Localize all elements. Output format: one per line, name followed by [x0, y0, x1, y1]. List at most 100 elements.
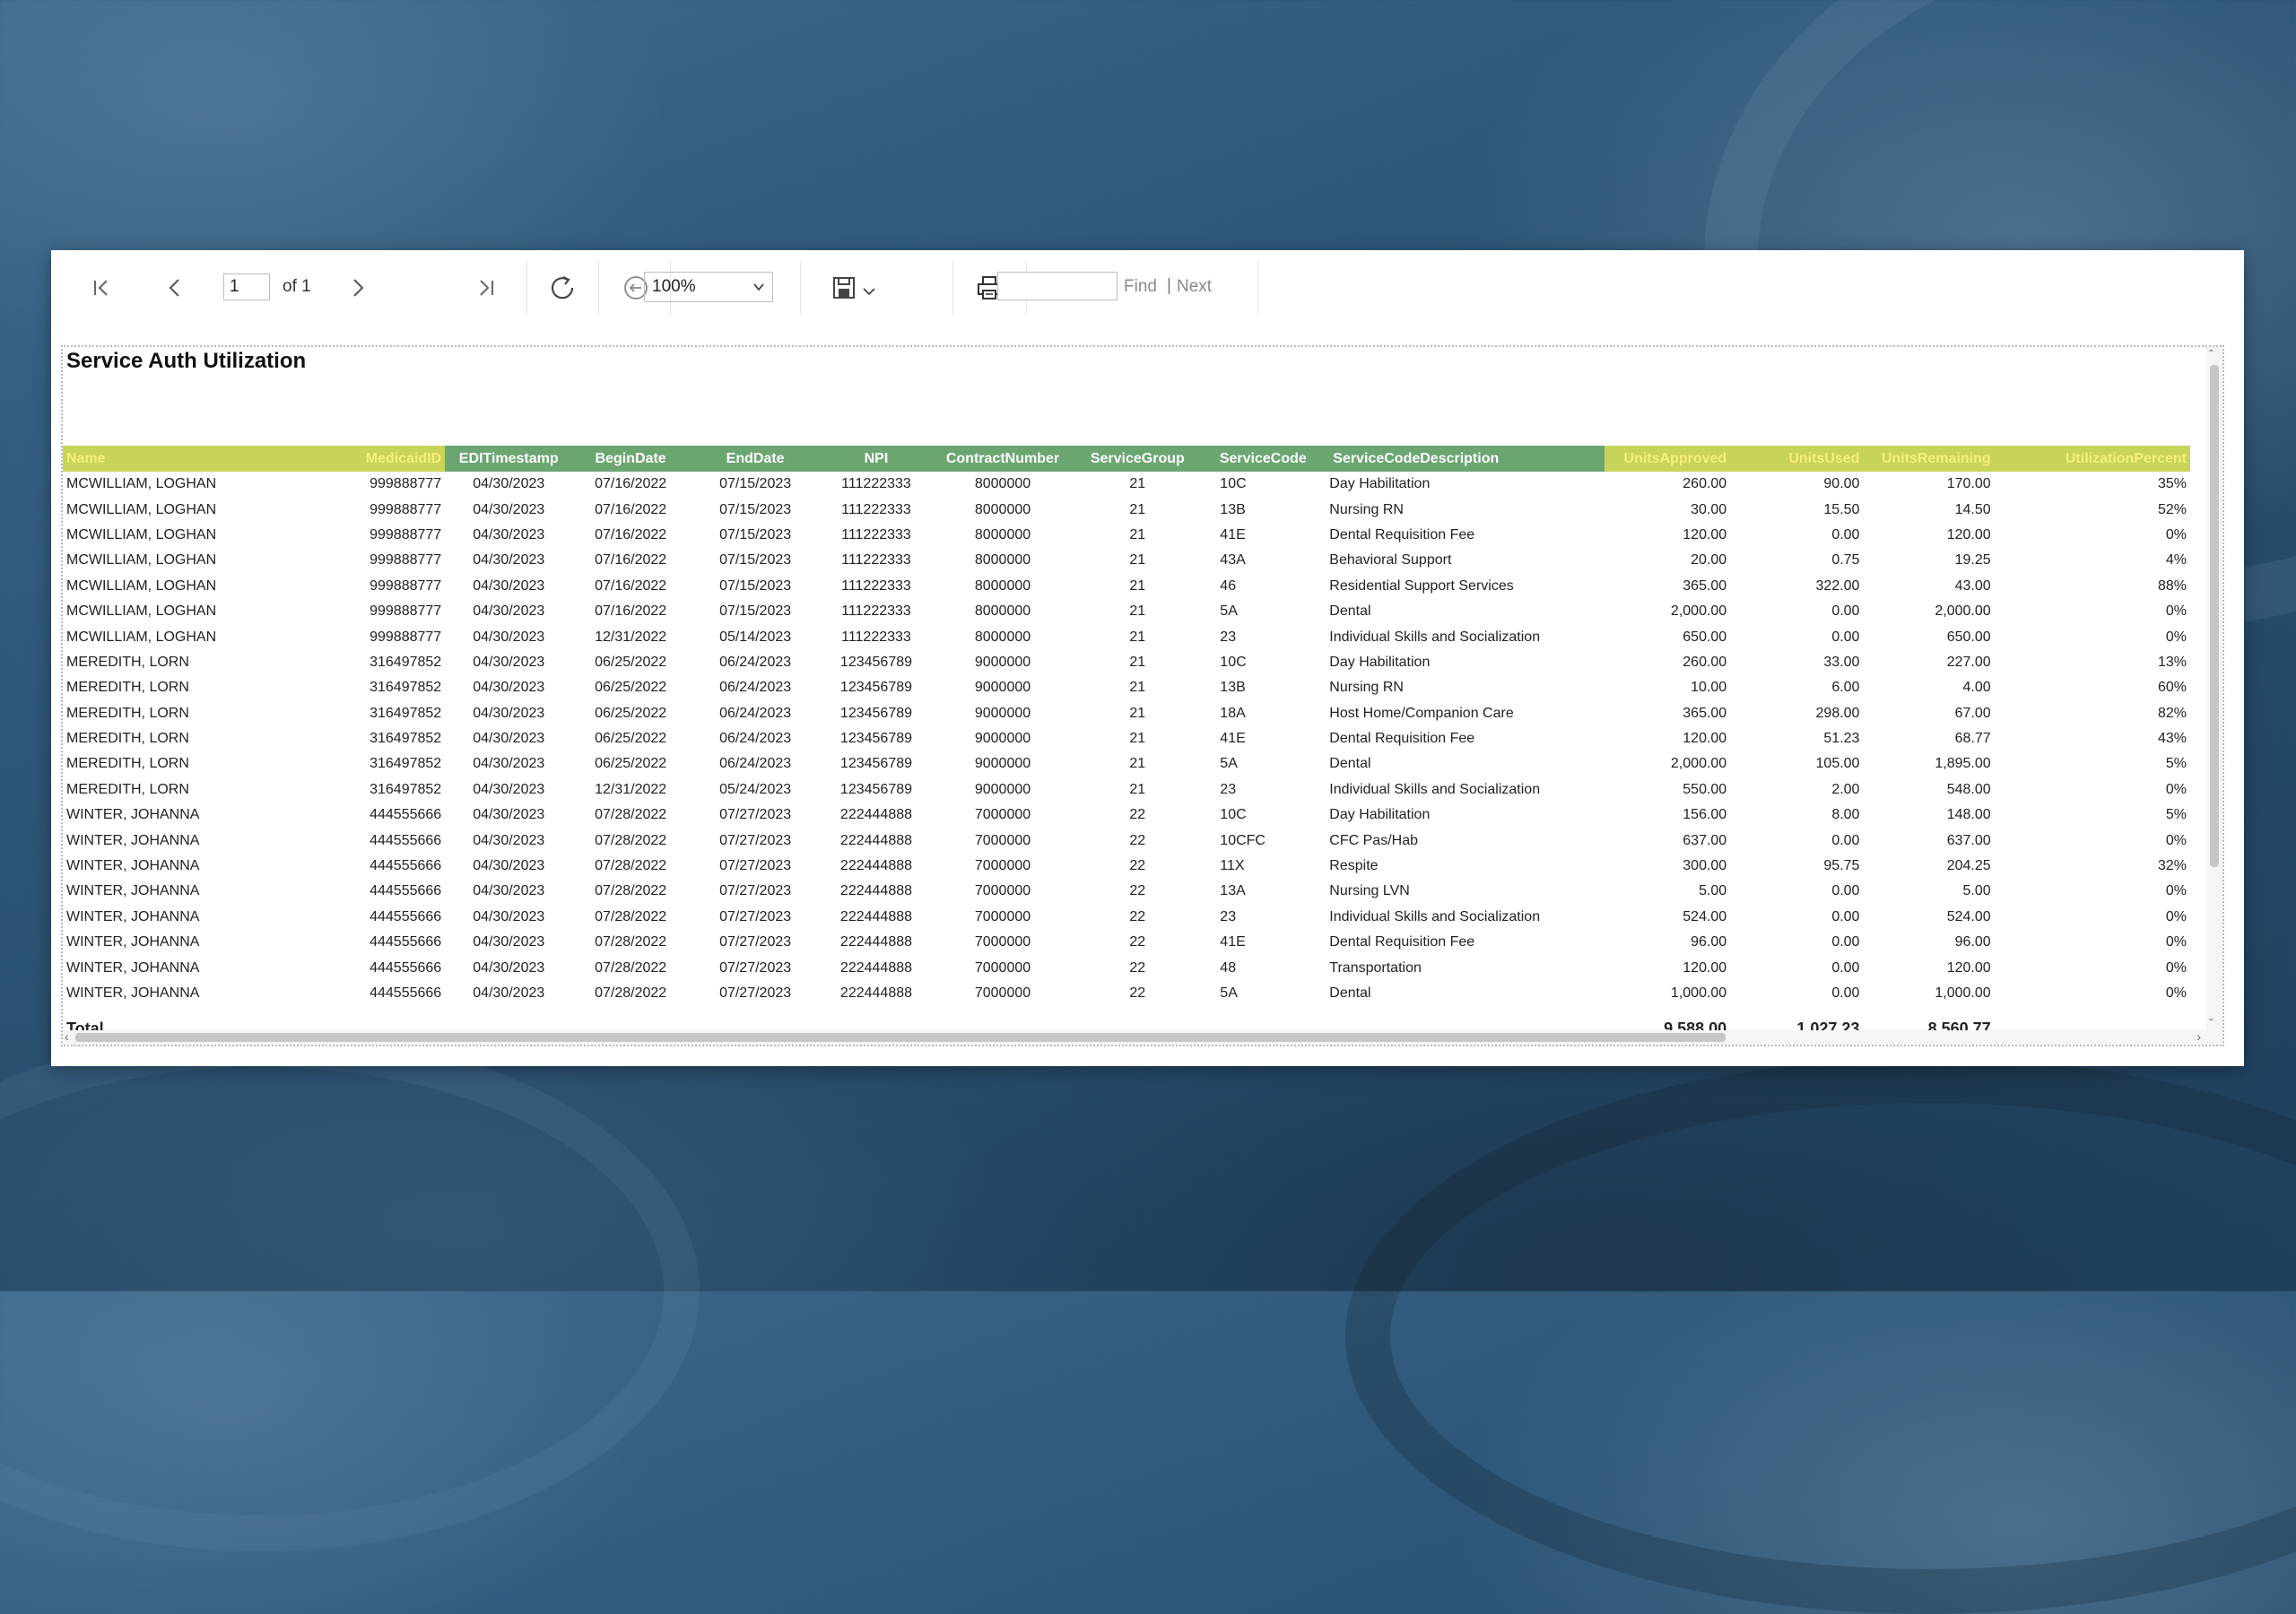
next-page-icon: [353, 279, 364, 297]
units-approved-cell: 1,000.00: [1670, 985, 1727, 1001]
npi-cell: 111222333: [841, 526, 911, 542]
units-approved-cell: 550.00: [1683, 781, 1727, 797]
first-page-button[interactable]: [83, 270, 119, 306]
zoom-select[interactable]: 100%: [644, 272, 773, 302]
scroll-up-icon[interactable]: ˆ: [2209, 347, 2213, 361]
units-remaining-cell: 67.00: [1954, 705, 1991, 721]
service-description-cell: Dental Requisition Fee: [1329, 731, 1475, 747]
horizontal-scroll-thumb[interactable]: [75, 1033, 1726, 1042]
medicaid-id-cell: 999888777: [370, 629, 442, 645]
table-row: MCWILLIAM, LOGHAN 999888777 04/30/2023 07/1…: [63, 574, 2190, 599]
utilization-percent-cell: 0%: [2165, 959, 2187, 976]
end-date-cell: 07/27/2023: [719, 883, 792, 899]
horizontal-scrollbar[interactable]: ‹ ›: [63, 1029, 2222, 1045]
save-icon: [833, 277, 855, 299]
column-header[interactable]: BeginDate: [572, 446, 689, 472]
medicaid-id-cell: 444555666: [370, 832, 442, 848]
npi-cell: 222444888: [839, 883, 913, 899]
service-code-cell: 23: [1220, 629, 1237, 645]
find-button[interactable]: Find: [1124, 277, 1157, 297]
npi-cell: 123456789: [839, 654, 913, 670]
column-header[interactable]: ServiceCode: [1200, 446, 1326, 472]
table-header-row: Name MedicaidID EDITimestamp BeginDate E…: [63, 446, 2190, 472]
column-header[interactable]: UnitsUsed: [1730, 446, 1864, 472]
units-approved-cell: 5.00: [1699, 883, 1727, 899]
npi-cell: 123456789: [839, 781, 913, 797]
units-remaining-cell: 120.00: [1946, 526, 1991, 542]
units-used-cell: 0.00: [1831, 934, 1860, 950]
units-approved-cell: 120.00: [1683, 526, 1727, 542]
units-remaining-cell: 650.00: [1946, 629, 1991, 645]
export-button[interactable]: [824, 270, 883, 306]
next-page-button[interactable]: [340, 270, 376, 306]
begin-date-cell: 07/28/2022: [595, 832, 667, 848]
service-group-cell: 21: [1129, 654, 1146, 670]
service-description-cell: Dental: [1329, 985, 1371, 1001]
find-separator: |: [1167, 276, 1171, 295]
units-used-cell: 322.00: [1815, 577, 1860, 594]
column-header[interactable]: EndDate: [688, 446, 822, 472]
column-header[interactable]: NPI: [822, 446, 931, 472]
medicaid-id-cell: 444555666: [370, 934, 442, 950]
column-header[interactable]: UnitsRemaining: [1863, 446, 1995, 472]
name-cell: MCWILLIAM, LOGHAN: [66, 526, 217, 542]
utilization-percent-cell: 88%: [2157, 577, 2187, 594]
units-approved-cell: 365.00: [1683, 705, 1727, 721]
vertical-scrollbar[interactable]: ˆ ˇ: [2206, 347, 2222, 1045]
scroll-left-icon[interactable]: ‹: [65, 1029, 69, 1044]
table-row: MEREDITH, LORN 316497852 04/30/2023 06/25/2…: [63, 726, 2190, 751]
scroll-right-icon[interactable]: ›: [2196, 1029, 2201, 1044]
table-row: MEREDITH, LORN 316497852 04/30/2023 06/25/2…: [63, 675, 2190, 700]
edi-timestamp-cell: 04/30/2023: [473, 781, 545, 797]
units-used-cell: 0.00: [1831, 526, 1860, 542]
medicaid-id-cell: 999888777: [370, 603, 442, 620]
units-approved-cell: 260.00: [1683, 476, 1727, 492]
scroll-down-icon[interactable]: ˇ: [2209, 1016, 2213, 1030]
column-header[interactable]: UnitsApproved: [1605, 446, 1731, 472]
first-page-icon: [94, 280, 108, 296]
medicaid-id-cell: 444555666: [370, 883, 442, 899]
service-code-cell: 13B: [1220, 501, 1246, 517]
find-input[interactable]: [997, 272, 1118, 300]
end-date-cell: 07/27/2023: [719, 807, 792, 823]
column-header[interactable]: EDITimestamp: [445, 446, 573, 472]
column-header[interactable]: MedicaidID: [321, 446, 446, 472]
table-row: MCWILLIAM, LOGHAN 999888777 04/30/2023 07/1…: [63, 599, 2190, 624]
page-number-input[interactable]: [223, 273, 270, 300]
utilization-percent-cell: 52%: [2157, 501, 2187, 517]
name-cell: WINTER, JOHANNA: [66, 985, 200, 1001]
medicaid-id-cell: 316497852: [370, 680, 442, 696]
edi-timestamp-cell: 04/30/2023: [473, 680, 545, 696]
column-header[interactable]: Name: [63, 446, 322, 472]
refresh-button[interactable]: [544, 270, 580, 306]
service-group-cell: 21: [1129, 476, 1146, 492]
end-date-cell: 07/27/2023: [719, 959, 792, 976]
column-header[interactable]: ServiceCodeDescription: [1326, 446, 1605, 472]
column-header[interactable]: UtilizationPercent: [1994, 446, 2190, 472]
units-remaining-cell: 68.77: [1954, 731, 1991, 747]
column-header[interactable]: ContractNumber: [930, 446, 1075, 472]
service-code-cell: 5A: [1220, 603, 1238, 620]
utilization-percent-cell: 43%: [2157, 731, 2187, 747]
vertical-scroll-thumb[interactable]: [2210, 365, 2219, 867]
previous-page-button[interactable]: [157, 270, 193, 306]
column-header[interactable]: ServiceGroup: [1074, 446, 1201, 472]
units-remaining-cell: 5.00: [1962, 883, 1991, 899]
last-page-button[interactable]: [468, 270, 504, 306]
name-cell: MCWILLIAM, LOGHAN: [66, 603, 217, 620]
units-remaining-cell: 120.00: [1946, 959, 1991, 976]
report-toolbar: of 1 100% Find | Next: [51, 250, 2244, 325]
begin-date-cell: 07/28/2022: [595, 934, 667, 950]
npi-cell: 111222333: [841, 501, 911, 517]
begin-date-cell: 07/28/2022: [595, 858, 667, 874]
toolbar-divider: [800, 261, 801, 315]
npi-cell: 123456789: [839, 680, 913, 696]
service-group-cell: 21: [1129, 781, 1146, 797]
table-row: MEREDITH, LORN 316497852 04/30/2023 06/25/2…: [63, 751, 2190, 777]
units-used-cell: 95.75: [1823, 858, 1860, 874]
service-code-cell: 23: [1220, 908, 1237, 924]
toolbar-divider: [598, 261, 599, 315]
begin-date-cell: 07/16/2022: [595, 552, 667, 568]
table-row: WINTER, JOHANNA 444555666 04/30/2023 07/28/…: [63, 955, 2190, 980]
find-next-button[interactable]: Next: [1177, 277, 1212, 297]
